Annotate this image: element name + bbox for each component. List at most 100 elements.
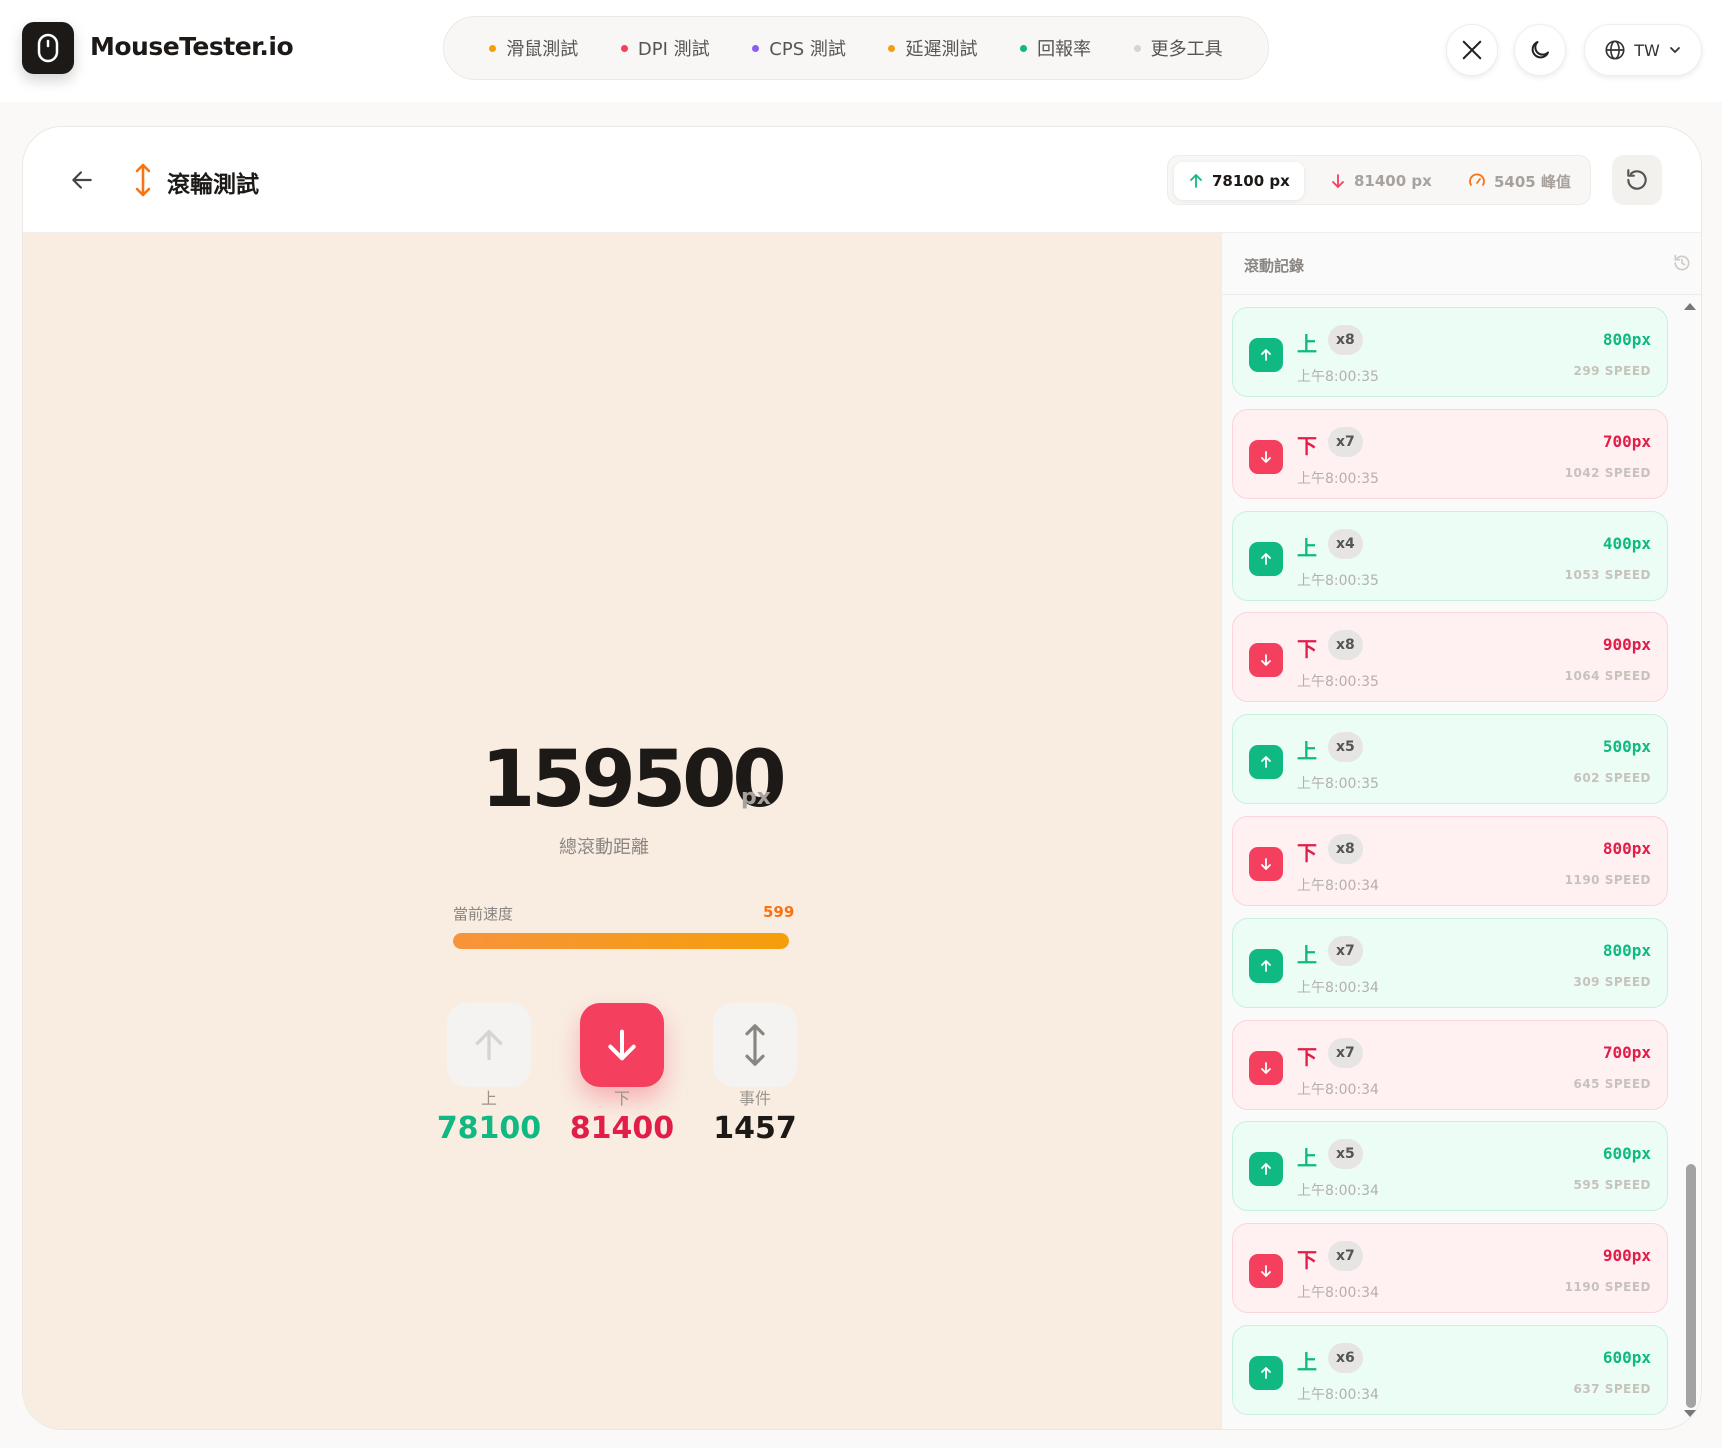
log-item-distance: 900px (1602, 635, 1651, 655)
log-item-count: x6 (1328, 1343, 1363, 1373)
app-name[interactable]: MouseTester.io (90, 32, 294, 61)
log-item: 下 x8 上午8:00:34 800px 1190 SPEED (1232, 816, 1668, 906)
log-item-time: 上午8:00:34 (1297, 979, 1379, 996)
nav-item-dpi-test[interactable]: DPI 測試 (620, 35, 710, 61)
log-title: 滾動記錄 (1244, 257, 1305, 275)
total-distance-label: 總滾動距離 (559, 837, 649, 858)
nav-item-label: DPI 測試 (637, 39, 710, 60)
nav-item-label: CPS 測試 (769, 39, 846, 60)
language-selector[interactable]: TW (1584, 24, 1702, 76)
log-item-count: x8 (1328, 630, 1363, 661)
log-scrollbar[interactable] (1682, 298, 1698, 1420)
log-item: 下 x8 上午8:00:35 900px 1064 SPEED (1232, 612, 1668, 703)
log-item: 上 x8 上午8:00:35 800px 299 SPEED (1232, 307, 1668, 397)
log-item-direction: 上 (1297, 1350, 1317, 1374)
log-item: 下 x7 上午8:00:34 700px 645 SPEED (1232, 1019, 1668, 1110)
log-item-distance: 600px (1602, 1348, 1651, 1367)
log-item-direction: 上 (1297, 1146, 1317, 1171)
stat-peak[interactable]: 5405 峰值 (1468, 162, 1571, 200)
moon-icon (1531, 41, 1549, 59)
logo-mouse-icon[interactable] (22, 22, 74, 74)
scroll-test-area[interactable]: 159500 px 總滾動距離 當前速度 599 上 下 事件 78100 81… (23, 233, 1221, 1429)
log-item-distance: 900px (1602, 1246, 1651, 1266)
log-item-count: x5 (1328, 732, 1363, 763)
stat-up-value: 78100 px (1212, 172, 1290, 190)
log-item: 上 x5 上午8:00:35 500px 602 SPEED (1232, 714, 1668, 805)
reset-icon (1627, 169, 1647, 190)
log-item-count: x7 (1328, 426, 1363, 457)
total-distance-unit: px (741, 785, 771, 810)
nav-dot (752, 44, 760, 52)
chevron-down-icon (1669, 47, 1680, 54)
back-button[interactable] (65, 163, 99, 197)
log-item-direction: 下 (1297, 1044, 1317, 1069)
arrow-up-icon (475, 1030, 503, 1060)
log-item-direction: 下 (1297, 433, 1317, 458)
reset-button[interactable] (1612, 155, 1662, 205)
log-list[interactable]: 上 x8 上午8:00:35 800px 299 SPEED 下 x7 上午8:00:35 70… (1222, 295, 1692, 1429)
nav-item-latency-test[interactable]: 延遲測試 (888, 35, 977, 61)
globe-icon (1605, 40, 1625, 60)
scrollbar-thumb[interactable] (1686, 1164, 1696, 1408)
theme-toggle-button[interactable] (1514, 24, 1566, 76)
down-label: 下 (613, 1089, 630, 1108)
nav-item-polling-rate[interactable]: 回報率 (1020, 35, 1091, 61)
history-icon[interactable] (1672, 253, 1692, 277)
nav-item-mouse-test[interactable]: 滑鼠測試 (489, 35, 578, 61)
arrow-up-icon (1249, 745, 1283, 780)
arrow-down-icon (1249, 847, 1283, 881)
language-label: TW (1634, 40, 1660, 60)
log-item-distance: 400px (1602, 533, 1651, 553)
stat-up[interactable]: 78100 px (1174, 162, 1304, 200)
log-item-time: 上午8:00:34 (1297, 878, 1379, 894)
nav-dot (1020, 44, 1028, 52)
up-count: 78100 (436, 1111, 542, 1146)
main-nav: 滑鼠測試 DPI 測試 CPS 測試 延遲測試 回報率 更多工具 (443, 16, 1269, 80)
nav-item-more-tools[interactable]: 更多工具 (1133, 35, 1223, 61)
log-item-time: 上午8:00:34 (1297, 1183, 1379, 1200)
log-item-speed: 1053 SPEED (1564, 567, 1651, 582)
nav-dot (489, 44, 497, 52)
arrow-left-icon (72, 171, 92, 189)
scroll-down-arrow-icon[interactable] (1682, 1408, 1698, 1420)
nav-dot (1133, 44, 1141, 52)
nav-item-cps-test[interactable]: CPS 測試 (752, 35, 846, 61)
log-item: 上 x5 上午8:00:34 600px 595 SPEED (1232, 1121, 1668, 1212)
x-social-button[interactable] (1446, 24, 1498, 76)
log-item-distance: 800px (1602, 839, 1651, 858)
arrow-up-icon (1190, 174, 1202, 188)
arrow-up-icon (1249, 1152, 1283, 1187)
top-bar: MouseTester.io 滑鼠測試 DPI 測試 CPS 測試 延遲測試 回… (0, 0, 1722, 102)
events-label: 事件 (738, 1089, 771, 1108)
log-item-speed: 645 SPEED (1573, 1076, 1651, 1091)
log-item-distance: 500px (1602, 737, 1651, 757)
up-label: 上 (480, 1089, 497, 1108)
log-item-direction: 下 (1297, 841, 1317, 865)
direction-down-indicator (580, 1003, 664, 1087)
log-item-time: 上午8:00:35 (1297, 369, 1379, 385)
log-item-direction: 上 (1297, 942, 1317, 967)
stat-down[interactable]: 81400 px (1330, 162, 1432, 200)
scroll-vertical-icon (129, 161, 157, 199)
arrow-down-icon (608, 1029, 636, 1061)
log-item-time: 上午8:00:35 (1297, 572, 1379, 589)
log-item-time: 上午8:00:34 (1297, 1285, 1379, 1302)
stats-summary: 78100 px 81400 px 5405 峰值 (1167, 155, 1591, 205)
nav-item-label: 更多工具 (1150, 39, 1223, 60)
events-indicator (713, 1003, 797, 1087)
arrow-up-icon (1249, 948, 1283, 983)
log-item-direction: 上 (1297, 332, 1317, 356)
log-item-speed: 602 SPEED (1573, 771, 1651, 786)
arrow-up-icon (1249, 541, 1283, 576)
log-item-count: x5 (1328, 1139, 1363, 1170)
log-item-time: 上午8:00:34 (1297, 1081, 1379, 1098)
current-speed-label: 當前速度 (453, 905, 514, 923)
log-item-speed: 1042 SPEED (1564, 465, 1651, 480)
log-item-count: x7 (1328, 1037, 1363, 1068)
log-item-distance: 600px (1602, 1144, 1651, 1164)
scroll-test-card: 滾輪測試 78100 px 81400 px 5405 峰值 159500 px… (22, 126, 1702, 1430)
current-speed-value: 599 (763, 903, 795, 921)
log-item-speed: 637 SPEED (1573, 1382, 1651, 1396)
scroll-up-arrow-icon[interactable] (1682, 300, 1698, 312)
log-item-distance: 800px (1602, 940, 1651, 960)
